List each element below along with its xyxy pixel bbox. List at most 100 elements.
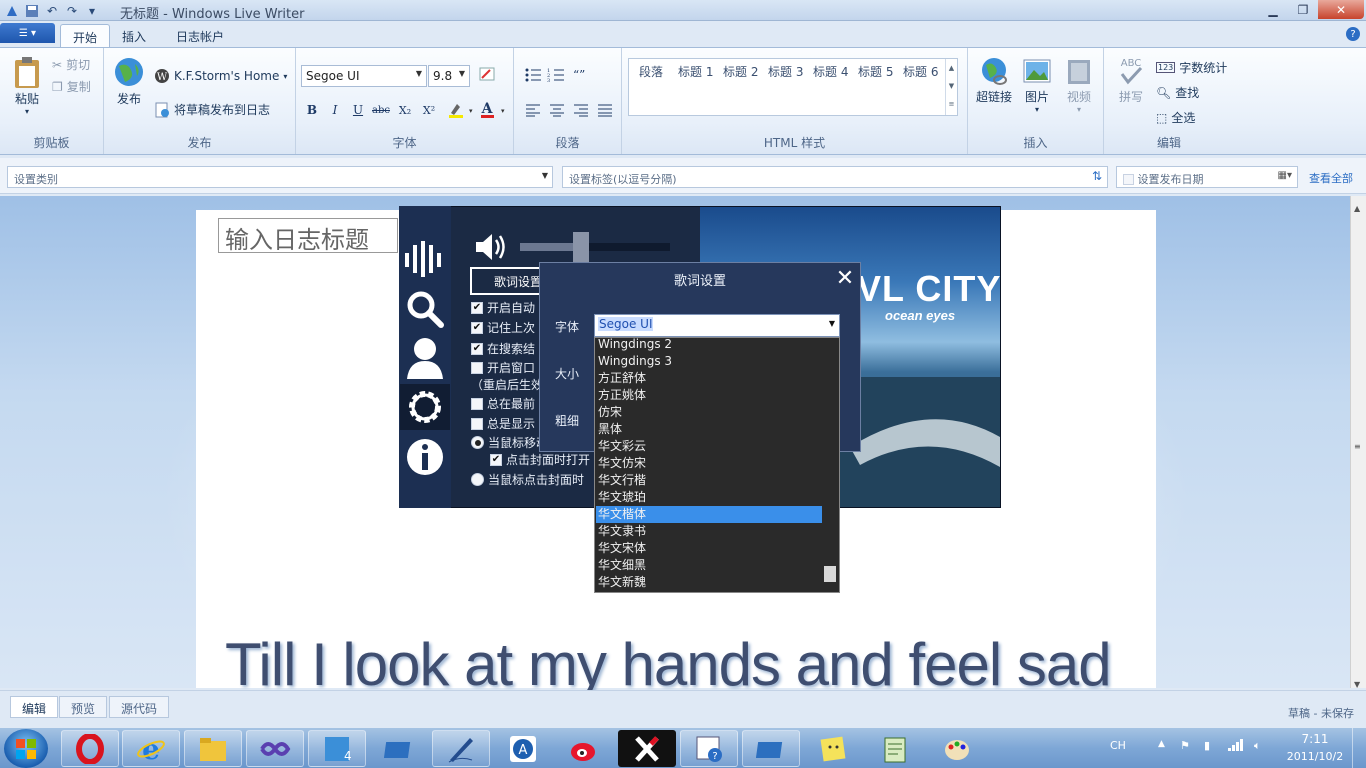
tab-source[interactable]: 源代码: [109, 696, 170, 718]
sub-option[interactable]: ✔ 点击封面时打开: [490, 451, 590, 468]
taskbar-explorer[interactable]: [184, 730, 242, 767]
cut-button[interactable]: ✂ 剪切: [52, 56, 90, 73]
spelling-button[interactable]: ABC 拼写: [1114, 56, 1148, 105]
publish-date-checkbox[interactable]: [1123, 174, 1134, 185]
option-0[interactable]: ✔ 开启自动: [471, 299, 535, 316]
font-option[interactable]: Wingdings 2: [598, 336, 672, 353]
blog-account-selector[interactable]: W K.F.Storm's Home ▾: [154, 68, 287, 84]
taskbar-app-infinity[interactable]: [246, 730, 304, 767]
dialog-close-icon[interactable]: ✕: [834, 266, 856, 291]
help-icon[interactable]: ?: [1346, 27, 1360, 41]
clear-formatting-icon[interactable]: [476, 65, 498, 85]
minimize-button[interactable]: ▁: [1258, 0, 1288, 19]
refresh-tags-icon[interactable]: ⇅: [1092, 169, 1102, 183]
font-option[interactable]: 华文宋体: [598, 540, 646, 557]
radio-button-1[interactable]: [471, 436, 484, 449]
option-checkbox-3[interactable]: [471, 361, 483, 374]
radio-option-1[interactable]: 当鼠标移动: [471, 434, 548, 451]
font-size-combo[interactable]: 9.8 ▼: [428, 65, 470, 87]
scroll-up-icon[interactable]: ▲: [1354, 204, 1360, 213]
option-checkbox-2[interactable]: ✔: [471, 342, 483, 355]
redo-icon[interactable]: ↷: [64, 3, 80, 19]
font-color-button[interactable]: A ▾: [478, 100, 508, 120]
blockquote-icon[interactable]: “”: [570, 65, 592, 85]
taskbar-app-help[interactable]: ?: [680, 730, 738, 767]
ime-indicator[interactable]: CH: [1110, 739, 1126, 752]
volume-slider-track[interactable]: [520, 243, 670, 251]
maximize-button[interactable]: ❐: [1288, 0, 1318, 19]
taskbar-app-writer[interactable]: [432, 730, 490, 767]
radio-option-2[interactable]: 当鼠标点击封面时: [471, 471, 584, 488]
clock-time[interactable]: 7:11: [1300, 732, 1330, 746]
undo-icon[interactable]: ↶: [44, 3, 60, 19]
taskbar-app-a[interactable]: A: [494, 730, 552, 767]
taskbar-app-scanner[interactable]: [370, 730, 428, 767]
superscript-button[interactable]: X²: [418, 100, 440, 120]
font-option[interactable]: 方正舒体: [598, 370, 646, 387]
tab-insert[interactable]: 插入: [110, 24, 158, 47]
scroll-down-icon[interactable]: ▼: [1354, 680, 1360, 689]
option-checkbox-5[interactable]: [471, 397, 483, 410]
font-option-selected[interactable]: 华文楷体: [598, 506, 646, 523]
font-option[interactable]: 华文琥珀: [598, 489, 646, 506]
publish-date-picker[interactable]: 设置发布日期 ▦▾: [1116, 166, 1298, 188]
font-option[interactable]: Wingdings 3: [598, 353, 672, 370]
taskbar-live-writer[interactable]: [742, 730, 800, 767]
strikethrough-button[interactable]: abc: [370, 100, 392, 120]
font-option[interactable]: 华文隶书: [598, 523, 646, 540]
info-icon[interactable]: [400, 434, 450, 480]
category-combo[interactable]: 设置类别 ▼: [7, 166, 553, 188]
word-count-button[interactable]: 123 字数统计: [1156, 59, 1227, 76]
volume-tray-icon[interactable]: 🔈︎: [1254, 739, 1261, 753]
gallery-scroll[interactable]: ▲ ▼ ≡: [945, 59, 957, 115]
align-left-icon[interactable]: [522, 100, 544, 120]
network-signal-icon[interactable]: [1228, 739, 1244, 751]
taskbar-ie[interactable]: e: [122, 730, 180, 767]
view-all-link[interactable]: 查看全部: [1309, 170, 1353, 186]
option-5[interactable]: 总在最前: [471, 395, 535, 412]
post-title-input[interactable]: 输入日志标题: [218, 218, 398, 253]
tab-blog-account[interactable]: 日志帐户: [164, 24, 236, 47]
publish-draft-button[interactable]: 将草稿发布到日志: [154, 101, 270, 118]
font-list-scroll-thumb[interactable]: [824, 566, 836, 582]
font-option[interactable]: 华文细黑: [598, 557, 646, 574]
scroll-grip-icon[interactable]: ≡: [1354, 442, 1361, 451]
highlight-button[interactable]: ▾: [446, 100, 476, 120]
show-desktop-button[interactable]: [1352, 728, 1366, 768]
hyperlink-button[interactable]: 超链接: [976, 56, 1012, 105]
picture-button[interactable]: 图片 ▾: [1020, 56, 1054, 114]
font-option[interactable]: 方正姚体: [598, 387, 646, 404]
find-button[interactable]: 🔍︎ 查找: [1156, 84, 1199, 101]
tray-expand-icon[interactable]: ▲: [1158, 739, 1165, 749]
align-justify-icon[interactable]: [594, 100, 616, 120]
radio-button-2[interactable]: [471, 473, 484, 486]
tab-preview[interactable]: 预览: [59, 696, 108, 718]
taskbar-weibo[interactable]: [556, 730, 614, 767]
publish-button[interactable]: 发布: [112, 56, 146, 107]
taskbar-app-sticky[interactable]: [804, 730, 862, 767]
copy-button[interactable]: ❐ 复制: [52, 78, 91, 95]
close-button[interactable]: ✕: [1318, 0, 1364, 19]
taskbar-app-4[interactable]: 4: [308, 730, 366, 767]
select-all-button[interactable]: ⬚ 全选: [1156, 109, 1195, 126]
sub-option-checkbox[interactable]: ✔: [490, 453, 502, 466]
user-icon[interactable]: [400, 334, 450, 380]
volume-slider-thumb[interactable]: [573, 232, 589, 262]
font-family-combo[interactable]: Segoe UI ▼: [301, 65, 427, 87]
editor-scrollbar[interactable]: ▲ ≡ ▼: [1350, 196, 1366, 689]
style-heading-2[interactable]: 标题 2: [723, 63, 758, 80]
taskbar-paint[interactable]: [928, 730, 986, 767]
taskbar-notepad[interactable]: [866, 730, 924, 767]
clock-date[interactable]: 2011/10/2: [1285, 750, 1345, 763]
tags-input[interactable]: 设置标签(以逗号分隔) ⇅: [562, 166, 1108, 188]
font-option[interactable]: 华文仿宋: [598, 455, 646, 472]
settings-gear-icon[interactable]: [400, 384, 450, 430]
subscript-button[interactable]: X₂: [394, 100, 416, 120]
lyric-settings-button[interactable]: 歌词设置: [470, 267, 550, 295]
device-icon[interactable]: ▮: [1204, 739, 1210, 752]
option-checkbox-6[interactable]: [471, 417, 483, 430]
font-option[interactable]: 华文行楷: [598, 472, 646, 489]
tab-edit[interactable]: 编辑: [10, 696, 59, 718]
option-2[interactable]: ✔ 在搜索结: [471, 340, 535, 357]
video-button[interactable]: 视频 ▾: [1062, 56, 1096, 114]
